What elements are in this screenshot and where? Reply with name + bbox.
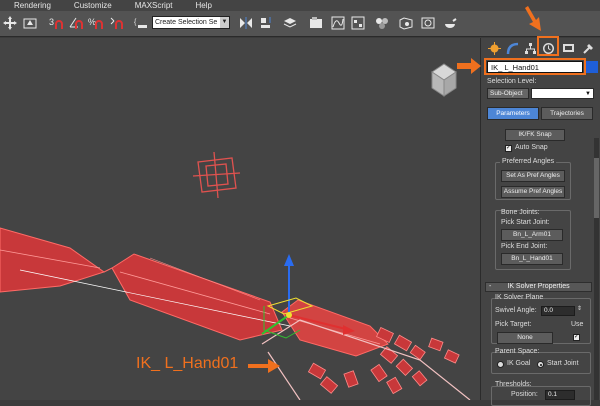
- graphite-icon[interactable]: [308, 15, 324, 31]
- start-joint-radio-label: Start Joint: [547, 360, 579, 367]
- material-editor-icon[interactable]: [374, 15, 390, 31]
- render-icon[interactable]: [442, 15, 458, 31]
- selection-set-text: Create Selection Se: [155, 19, 218, 26]
- curve-editor-icon[interactable]: [330, 15, 346, 31]
- auto-snap-label: Auto Snap: [515, 144, 548, 151]
- rendered-frame-icon[interactable]: [420, 15, 436, 31]
- parent-space-title: Parent Space:: [495, 348, 540, 355]
- bone-arm02[interactable]: [111, 253, 283, 341]
- spinner-icon[interactable]: ⇕: [577, 305, 582, 312]
- svg-text:3: 3: [49, 17, 54, 27]
- edit-named-sets-icon[interactable]: {: [133, 15, 149, 31]
- menu-rendering[interactable]: Rendering: [0, 0, 60, 11]
- panel-scrollbar[interactable]: [594, 138, 599, 400]
- assume-pref-angles-button[interactable]: Assume Pref Angles: [501, 186, 565, 198]
- display-tab-icon[interactable]: [561, 41, 575, 55]
- percent-snap-icon[interactable]: %: [88, 15, 104, 31]
- ik-solver-properties-title: IK Solver Properties: [507, 283, 570, 290]
- preferred-angles-title: Preferred Angles: [500, 158, 557, 165]
- svg-text:{: {: [134, 19, 137, 26]
- swivel-angle-label: Swivel Angle:: [495, 307, 537, 314]
- arrow-right-icon: [248, 359, 280, 373]
- chevron-down-icon: ▼: [585, 91, 591, 97]
- move-icon[interactable]: [2, 15, 18, 31]
- motion-tab-highlight: [537, 36, 559, 56]
- modify-tab-icon[interactable]: [505, 41, 519, 55]
- pick-target-label: Pick Target:: [495, 321, 532, 328]
- ik-solver-properties-rollout[interactable]: - IK Solver Properties: [485, 282, 592, 292]
- object-name-highlight: [484, 58, 586, 75]
- start-joint-radio[interactable]: [537, 361, 544, 368]
- menu-bar: Rendering Customize MAXScript Help: [0, 0, 600, 11]
- position-label: Position:: [511, 391, 538, 398]
- selection-level-label: Selection Level:: [487, 78, 537, 85]
- view-cube-icon[interactable]: [431, 63, 457, 97]
- scrollbar-thumb[interactable]: [594, 158, 599, 218]
- schematic-view-icon[interactable]: [350, 15, 366, 31]
- angle-snap-icon[interactable]: [68, 15, 84, 31]
- bone-joints-title: Bone Joints:: [501, 209, 540, 216]
- tab-trajectories[interactable]: Trajectories: [541, 107, 593, 120]
- pick-target-none-button[interactable]: None: [497, 332, 553, 344]
- snap-3-icon[interactable]: 3: [48, 15, 64, 31]
- hierarchy-tab-icon[interactable]: [523, 41, 537, 55]
- ik-goal-radio[interactable]: [497, 361, 504, 368]
- ik-target-helper[interactable]: [192, 151, 241, 199]
- menu-maxscript[interactable]: MAXScript: [121, 0, 182, 11]
- chevron-down-icon: ▼: [220, 17, 229, 28]
- use-label: Use: [571, 321, 584, 328]
- arrow-right-icon: [457, 58, 481, 74]
- menu-customize[interactable]: Customize: [60, 0, 121, 11]
- create-tab-icon[interactable]: [487, 41, 501, 55]
- thresholds-group: [491, 386, 591, 406]
- align-icon[interactable]: [258, 15, 274, 31]
- pick-start-joint-label: Pick Start Joint:: [501, 219, 550, 226]
- place-icon[interactable]: [22, 15, 38, 31]
- bone-arm01[interactable]: [0, 227, 113, 293]
- selection-set-combo[interactable]: Create Selection Se ▼: [152, 16, 230, 29]
- object-color-swatch[interactable]: [586, 61, 598, 73]
- swivel-angle-input[interactable]: 0.0: [541, 306, 575, 316]
- sub-object-dropdown[interactable]: ▼: [531, 88, 594, 99]
- viewport-perspective[interactable]: IK_ L_Hand01: [0, 38, 480, 400]
- annotation-label: IK_ L_Hand01: [136, 355, 239, 372]
- thresholds-title: Thresholds:: [495, 381, 532, 388]
- command-panel: IK_ L_Hand01 Selection Level: Sub-Object…: [457, 6, 600, 406]
- auto-snap-checkbox[interactable]: ✓: [505, 145, 512, 152]
- set-as-pref-angles-button[interactable]: Set As Pref Angles: [501, 170, 565, 182]
- end-joint-button[interactable]: Bn_L_Hand01: [501, 253, 563, 265]
- render-setup-icon[interactable]: [398, 15, 414, 31]
- sub-object-combo[interactable]: Sub-Object: [487, 88, 529, 99]
- svg-text:%: %: [88, 17, 96, 27]
- start-joint-button[interactable]: Bn_L_Arm01: [501, 229, 563, 241]
- position-threshold-input[interactable]: 0.1: [545, 390, 575, 400]
- spinner-snap-icon[interactable]: [108, 15, 124, 31]
- scene-drawing: [0, 63, 471, 400]
- utilities-tab-icon[interactable]: [581, 41, 595, 55]
- sub-object-text: Sub-Object: [490, 90, 523, 97]
- bone-hand01[interactable]: [281, 299, 389, 357]
- arrow-down-icon: [525, 6, 541, 31]
- main-toolbar: 3 % { Create Selection Se ▼: [0, 11, 600, 37]
- mirror-icon[interactable]: [238, 15, 254, 31]
- ik-solver-plane-title: IK Solver Plane: [495, 294, 544, 301]
- tab-parameters[interactable]: Parameters: [487, 107, 539, 120]
- use-target-checkbox[interactable]: ✓: [573, 334, 580, 341]
- ikfk-snap-button[interactable]: IK/FK Snap: [505, 129, 565, 141]
- ik-goal-label: IK Goal: [507, 360, 531, 367]
- menu-help[interactable]: Help: [182, 0, 221, 11]
- pick-end-joint-label: Pick End Joint:: [501, 243, 548, 250]
- layer-icon[interactable]: [282, 15, 298, 31]
- collapse-icon: -: [489, 283, 492, 290]
